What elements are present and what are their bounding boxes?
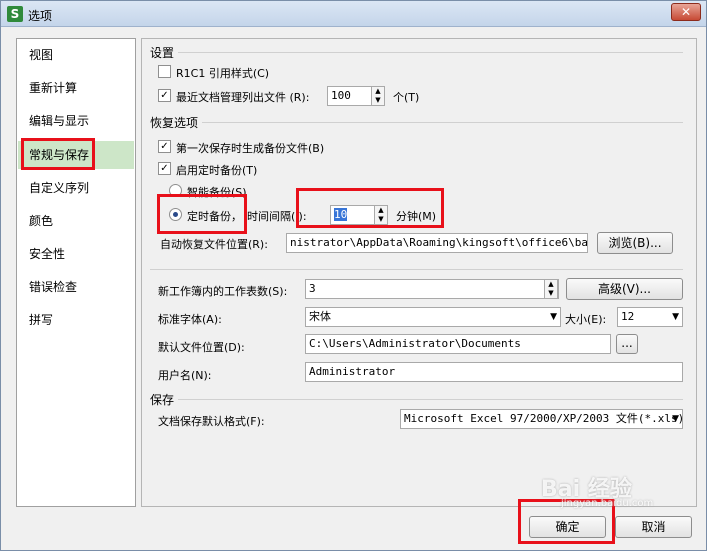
settings-divider bbox=[178, 52, 683, 53]
interval-input[interactable]: 10 bbox=[330, 205, 375, 225]
save-group-title: 保存 bbox=[150, 393, 175, 407]
recent-files-checkbox[interactable]: ✓ bbox=[158, 89, 171, 102]
interval-value: 10 bbox=[334, 208, 348, 221]
font-size-select[interactable]: 12 ▼ bbox=[617, 307, 683, 327]
cancel-button[interactable]: 取消 bbox=[615, 516, 692, 538]
chevron-down-icon: ▼ bbox=[672, 312, 679, 322]
recovery-group-title: 恢复选项 bbox=[150, 116, 199, 130]
window-title: 选项 bbox=[28, 9, 53, 23]
standard-font-value: 宋体 bbox=[309, 310, 331, 323]
scheduled-backup-radio[interactable] bbox=[169, 208, 182, 221]
recent-files-count-input[interactable]: 100 bbox=[327, 86, 372, 106]
interval-label: 时间间隔(I): bbox=[247, 210, 307, 223]
timed-backup-checkbox[interactable]: ✓ bbox=[158, 162, 171, 175]
sidebar-item-recalculate[interactable]: 重新计算 bbox=[18, 74, 134, 102]
wps-spreadsheet-icon: S bbox=[7, 6, 23, 22]
spin-down-icon: ▼ bbox=[375, 96, 381, 104]
sheet-count-label: 新工作簿内的工作表数(S): bbox=[158, 285, 288, 298]
sidebar-item-color[interactable]: 颜色 bbox=[18, 207, 134, 235]
sidebar-item-spelling[interactable]: 拼写 bbox=[18, 306, 134, 334]
r1c1-label: R1C1 引用样式(C) bbox=[176, 67, 270, 80]
interval-spinner[interactable]: ▲ ▼ bbox=[374, 205, 388, 225]
user-name-input[interactable]: Administrator bbox=[305, 362, 683, 382]
advanced-button[interactable]: 高级(V)... bbox=[566, 278, 683, 300]
sheet-count-spinner[interactable]: ▲ ▼ bbox=[544, 279, 558, 299]
default-format-value: Microsoft Excel 97/2000/XP/2003 文件(*.xls… bbox=[404, 412, 683, 425]
recent-files-unit: 个(T) bbox=[393, 91, 420, 104]
smart-backup-label: 智能备份(S) bbox=[187, 186, 247, 199]
baidu-watermark-url: jingyan.baidu.com bbox=[561, 498, 654, 509]
default-format-select[interactable]: Microsoft Excel 97/2000/XP/2003 文件(*.xls… bbox=[400, 409, 683, 429]
default-path-label: 默认文件位置(D): bbox=[158, 341, 245, 354]
spin-down-icon: ▼ bbox=[378, 215, 384, 223]
auto-recover-label: 自动恢复文件位置(R): bbox=[160, 238, 268, 251]
sidebar-item-view[interactable]: 视图 bbox=[18, 41, 134, 69]
dialog-footer: 确定 取消 bbox=[2, 509, 706, 550]
ok-button[interactable]: 确定 bbox=[529, 516, 606, 538]
sidebar-item-security[interactable]: 安全性 bbox=[18, 240, 134, 268]
chevron-down-icon: ▼ bbox=[672, 414, 679, 424]
r1c1-checkbox[interactable] bbox=[158, 65, 171, 78]
recovery-divider bbox=[202, 122, 683, 123]
auto-recover-path-input[interactable]: nistrator\AppData\Roaming\kingsoft\offic… bbox=[286, 233, 588, 253]
sidebar-item-error-check[interactable]: 错误检查 bbox=[18, 273, 134, 301]
timed-backup-label: 启用定时备份(T) bbox=[176, 164, 258, 177]
first-save-backup-checkbox[interactable]: ✓ bbox=[158, 140, 171, 153]
default-path-input[interactable]: C:\Users\Administrator\Documents bbox=[305, 334, 611, 354]
interval-unit: 分钟(M) bbox=[396, 210, 437, 223]
spin-down-icon: ▼ bbox=[548, 289, 554, 297]
recent-files-spinner[interactable]: ▲ ▼ bbox=[371, 86, 385, 106]
scheduled-backup-label: 定时备份， bbox=[187, 210, 242, 223]
standard-font-label: 标准字体(A): bbox=[158, 313, 222, 326]
sidebar-item-custom-lists[interactable]: 自定义序列 bbox=[18, 174, 134, 202]
category-list: 视图 重新计算 编辑与显示 常规与保存 自定义序列 颜色 安全性 错误检查 拼写 bbox=[16, 38, 136, 507]
font-size-label: 大小(E): bbox=[565, 313, 607, 326]
spin-up-icon: ▲ bbox=[378, 206, 384, 214]
sidebar-item-general-save[interactable]: 常规与保存 bbox=[18, 141, 134, 169]
recent-files-label: 最近文档管理列出文件 (R): bbox=[176, 91, 310, 104]
smart-backup-radio[interactable] bbox=[169, 184, 182, 197]
settings-panel: 设置 R1C1 引用样式(C) ✓ 最近文档管理列出文件 (R): 100 ▲ … bbox=[141, 38, 697, 507]
close-button[interactable]: ✕ bbox=[671, 3, 701, 21]
sidebar-item-edit-display[interactable]: 编辑与显示 bbox=[18, 107, 134, 135]
options-dialog: S 选项 ✕ 视图 重新计算 编辑与显示 常规与保存 自定义序列 颜色 安全性 … bbox=[0, 0, 707, 551]
browse-button[interactable]: 浏览(B)... bbox=[597, 232, 673, 254]
user-name-label: 用户名(N): bbox=[158, 369, 212, 382]
workbook-divider bbox=[150, 269, 683, 270]
standard-font-select[interactable]: 宋体 ▼ bbox=[305, 307, 561, 327]
sheet-count-input[interactable]: 3 bbox=[305, 279, 559, 299]
save-divider bbox=[178, 399, 683, 400]
default-format-label: 文档保存默认格式(F): bbox=[158, 415, 265, 428]
default-path-browse-button[interactable]: ... bbox=[616, 334, 638, 354]
title-bar[interactable]: S 选项 ✕ bbox=[1, 1, 706, 27]
first-save-backup-label: 第一次保存时生成备份文件(B) bbox=[176, 142, 325, 155]
font-size-value: 12 bbox=[621, 310, 635, 323]
spin-up-icon: ▲ bbox=[548, 280, 554, 288]
settings-group-title: 设置 bbox=[150, 46, 175, 60]
spin-up-icon: ▲ bbox=[375, 87, 381, 95]
chevron-down-icon: ▼ bbox=[550, 312, 557, 322]
